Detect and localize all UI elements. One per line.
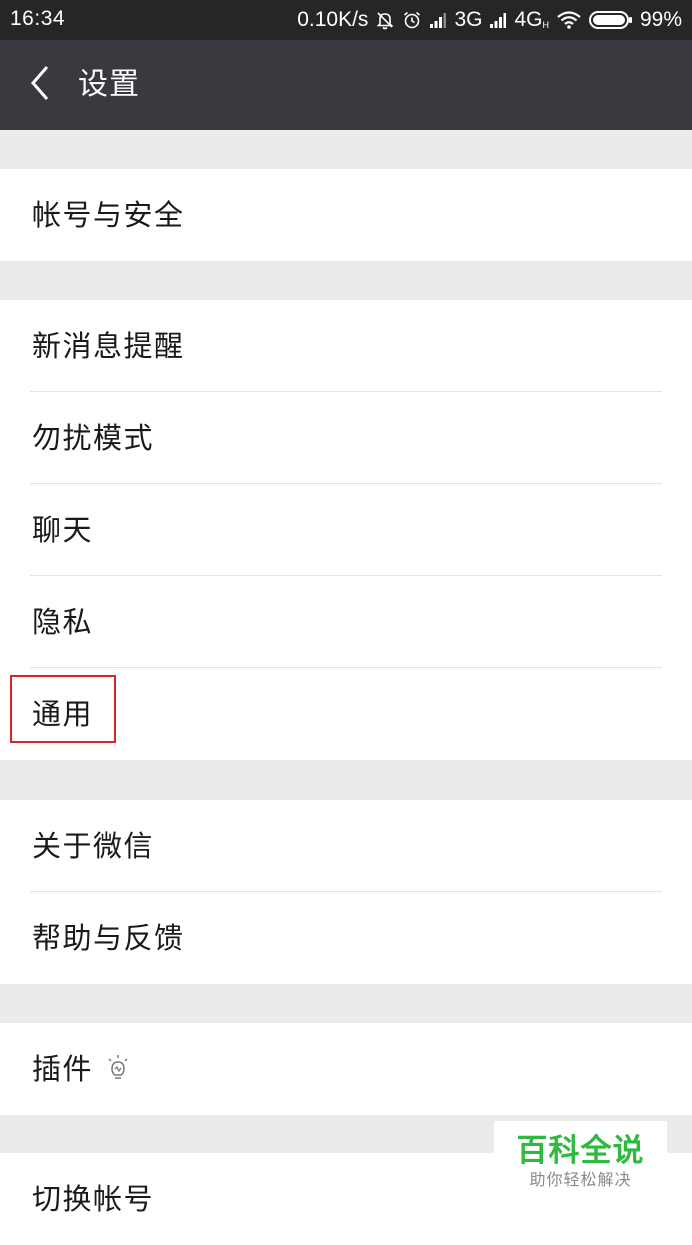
settings-item-label: 帮助与反馈 <box>32 921 185 955</box>
status-bar: 16:34 0.10K/s 3G 4GH 99% <box>0 0 692 40</box>
settings-item-label: 关于微信 <box>32 829 155 863</box>
settings-section-account: 帐号与安全 <box>0 169 692 261</box>
settings-item-help-feedback[interactable]: 帮助与反馈 <box>0 892 692 984</box>
network-4g-sup: H <box>542 20 549 30</box>
settings-item-label: 通用 <box>32 697 94 731</box>
settings-section-about: 关于微信 帮助与反馈 <box>0 800 692 984</box>
settings-section-preferences: 新消息提醒 勿扰模式 聊天 隐私 通用 <box>0 300 692 760</box>
net-speed: 0.10K/s <box>297 8 369 31</box>
settings-item-chat[interactable]: 聊天 <box>0 484 692 576</box>
battery-percent: 99% <box>639 8 682 31</box>
alarm-icon <box>402 10 422 30</box>
network-3g-label: 3G <box>454 8 483 31</box>
watermark-title: 百科全说 <box>516 1133 645 1169</box>
settings-item-plugins[interactable]: 插件 <box>0 1023 692 1115</box>
watermark-subtitle: 助你轻松解决 <box>529 1170 632 1189</box>
settings-item-label: 勿扰模式 <box>32 421 155 455</box>
back-button[interactable] <box>18 62 62 108</box>
settings-item-new-message-alert[interactable]: 新消息提醒 <box>0 300 692 392</box>
settings-item-privacy[interactable]: 隐私 <box>0 576 692 668</box>
signal-icon <box>489 11 507 29</box>
mute-bell-icon <box>375 10 395 30</box>
settings-item-about-wechat[interactable]: 关于微信 <box>0 800 692 892</box>
settings-item-do-not-disturb[interactable]: 勿扰模式 <box>0 392 692 484</box>
network-4g-label: 4GH <box>514 8 549 31</box>
settings-item-account-security[interactable]: 帐号与安全 <box>0 169 692 261</box>
status-indicators: 0.10K/s 3G 4GH 99% <box>297 6 682 34</box>
signal-icon <box>429 11 447 29</box>
status-time: 16:34 <box>10 7 66 30</box>
settings-item-label: 新消息提醒 <box>32 329 185 363</box>
settings-item-label: 聊天 <box>32 513 94 547</box>
settings-section-plugins: 插件 <box>0 1023 692 1115</box>
lightbulb-icon <box>106 1054 130 1088</box>
settings-item-label: 切换帐号 <box>32 1182 155 1216</box>
page-title: 设置 <box>78 67 140 102</box>
wifi-icon <box>556 10 582 30</box>
chevron-left-icon <box>29 65 51 105</box>
settings-item-general[interactable]: 通用 <box>0 668 692 760</box>
settings-item-label: 帐号与安全 <box>32 198 185 232</box>
settings-item-label: 插件 <box>32 1052 94 1086</box>
battery-icon <box>588 10 633 30</box>
watermark-logo: 百科全说 助你轻松解决 <box>494 1121 667 1204</box>
settings-item-label: 隐私 <box>32 605 94 639</box>
app-bar: 设置 <box>0 40 692 130</box>
